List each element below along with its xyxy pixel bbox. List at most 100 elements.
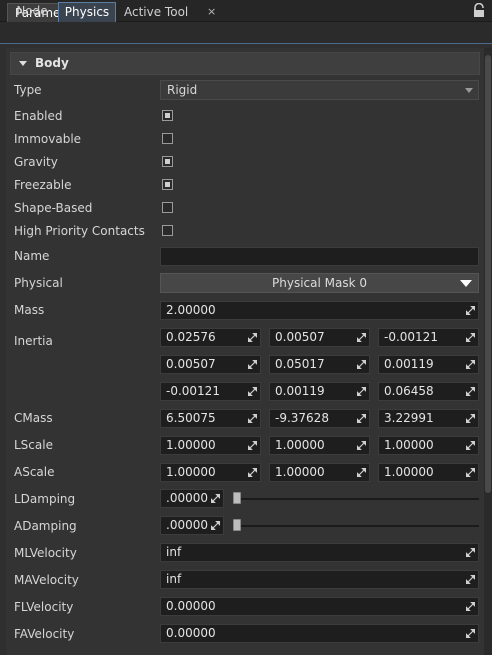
resize-arrows-icon[interactable]: [248, 387, 257, 396]
mass-label: Mass: [14, 303, 45, 317]
inertia-row-1-field-3[interactable]: -0.00121: [378, 328, 479, 347]
tab-node-label: Node: [16, 4, 48, 18]
inertia-row-2-value: 0.00507: [166, 357, 216, 371]
scrollbar-thumb[interactable]: [485, 55, 491, 493]
inertia-row-1-field-2[interactable]: 0.00507: [269, 328, 370, 347]
ldamping-value: .00000: [166, 491, 208, 505]
ldamping-input[interactable]: .00000: [160, 489, 224, 508]
inertia-row-1-value: 0.00507: [275, 330, 325, 344]
inertia-row-2-field-1[interactable]: 0.00507: [160, 355, 261, 374]
physical-mask-dropdown[interactable]: Physical Mask 0: [160, 273, 479, 293]
flvelocity-input[interactable]: 0.00000: [160, 597, 479, 616]
cmass-value: 6.50075: [166, 411, 216, 425]
ldamping-slider-handle[interactable]: [233, 492, 241, 504]
cmass-field-1[interactable]: 6.50075: [160, 409, 261, 428]
lscale-label: LScale: [14, 438, 53, 452]
tab-node[interactable]: Node: [8, 2, 56, 22]
lscale-field-2[interactable]: 1.00000: [269, 436, 370, 455]
cmass-field-3[interactable]: 3.22991: [378, 409, 479, 428]
lscale-value: 1.00000: [275, 438, 325, 452]
resize-arrows-icon[interactable]: [466, 333, 475, 342]
cmass-value: -9.37628: [275, 411, 329, 425]
mlvelocity-input[interactable]: inf: [160, 543, 479, 562]
ldamping-label: LDamping: [14, 492, 76, 506]
inertia-row-2-field-3[interactable]: 0.00119: [378, 355, 479, 374]
lock-icon[interactable]: [472, 3, 486, 18]
resize-arrows-icon[interactable]: [248, 360, 257, 369]
adamping-slider-track[interactable]: [233, 525, 479, 527]
freezable-label: Freezable: [14, 178, 72, 192]
physical-mask-value: Physical Mask 0: [272, 276, 367, 290]
resize-arrows-icon[interactable]: [248, 333, 257, 342]
mavelocity-label: MAVelocity: [14, 573, 79, 587]
type-select-value: Rigid: [167, 83, 198, 97]
mass-input[interactable]: 2.00000: [160, 301, 479, 320]
inertia-row-1-field-1[interactable]: 0.02576: [160, 328, 261, 347]
resize-arrows-icon[interactable]: [466, 468, 475, 477]
favelocity-input[interactable]: 0.00000: [160, 624, 479, 643]
inertia-row-2-field-2[interactable]: 0.05017: [269, 355, 370, 374]
resize-arrows-icon[interactable]: [357, 387, 366, 396]
ldamping-slider-track[interactable]: [233, 498, 479, 500]
ascale-field-1[interactable]: 1.00000: [160, 463, 261, 482]
resize-arrows-icon[interactable]: [466, 441, 475, 450]
inertia-row-3-value: 0.06458: [384, 384, 434, 398]
favelocity-value: 0.00000: [166, 626, 216, 640]
ascale-field-2[interactable]: 1.00000: [269, 463, 370, 482]
body-section-header[interactable]: Body: [10, 52, 480, 75]
enabled-checkbox[interactable]: [162, 110, 173, 121]
tab-physics-label: Physics: [64, 5, 110, 19]
adamping-input[interactable]: .00000: [160, 516, 224, 535]
resize-arrows-icon[interactable]: [357, 360, 366, 369]
resize-arrows-icon[interactable]: [357, 441, 366, 450]
inertia-row-1-value: -0.00121: [384, 330, 438, 344]
enabled-label: Enabled: [14, 109, 63, 123]
resize-arrows-icon[interactable]: [466, 629, 475, 638]
resize-arrows-icon[interactable]: [248, 414, 257, 423]
ascale-value: 1.00000: [166, 465, 216, 479]
gravity-checkbox[interactable]: [162, 156, 173, 167]
ascale-label: AScale: [14, 465, 55, 479]
flvelocity-value: 0.00000: [166, 599, 216, 613]
shape-based-checkbox[interactable]: [162, 202, 173, 213]
high-priority-contacts-checkbox[interactable]: [162, 225, 173, 236]
resize-arrows-icon[interactable]: [248, 441, 257, 450]
ascale-value: 1.00000: [275, 465, 325, 479]
resize-arrows-icon[interactable]: [466, 602, 475, 611]
name-input[interactable]: [160, 247, 479, 266]
freezable-checkbox[interactable]: [162, 179, 173, 190]
resize-arrows-icon[interactable]: [466, 387, 475, 396]
high-priority-contacts-label: High Priority Contacts: [14, 224, 145, 238]
cmass-field-2[interactable]: -9.37628: [269, 409, 370, 428]
inertia-row-3-field-2[interactable]: 0.00119: [269, 382, 370, 401]
chevron-down-icon: [460, 280, 472, 287]
resize-arrows-icon[interactable]: [248, 468, 257, 477]
resize-arrows-icon[interactable]: [357, 468, 366, 477]
resize-arrows-icon[interactable]: [466, 306, 475, 315]
lscale-field-1[interactable]: 1.00000: [160, 436, 261, 455]
adamping-label: ADamping: [14, 519, 77, 533]
resize-arrows-icon[interactable]: [466, 360, 475, 369]
tab-active-tool[interactable]: Active Tool ×: [117, 3, 221, 22]
tab-active-tool-close-icon[interactable]: ×: [207, 3, 216, 21]
resize-arrows-icon[interactable]: [466, 414, 475, 423]
collapse-triangle-icon[interactable]: [19, 61, 27, 66]
lscale-value: 1.00000: [166, 438, 216, 452]
resize-arrows-icon[interactable]: [211, 494, 220, 503]
immovable-checkbox[interactable]: [162, 133, 173, 144]
adamping-slider-handle[interactable]: [233, 519, 241, 531]
tab-physics[interactable]: Physics: [58, 2, 116, 22]
lscale-field-3[interactable]: 1.00000: [378, 436, 479, 455]
inertia-row-3-field-3[interactable]: 0.06458: [378, 382, 479, 401]
resize-arrows-icon[interactable]: [357, 414, 366, 423]
resize-arrows-icon[interactable]: [466, 575, 475, 584]
resize-arrows-icon[interactable]: [357, 333, 366, 342]
mavelocity-input[interactable]: inf: [160, 570, 479, 589]
inertia-row-3-field-1[interactable]: -0.00121: [160, 382, 261, 401]
ascale-field-3[interactable]: 1.00000: [378, 463, 479, 482]
type-select[interactable]: Rigid: [160, 80, 479, 100]
resize-arrows-icon[interactable]: [211, 521, 220, 530]
resize-arrows-icon[interactable]: [466, 548, 475, 557]
gravity-label: Gravity: [14, 155, 58, 169]
section-title: Body: [35, 56, 69, 70]
